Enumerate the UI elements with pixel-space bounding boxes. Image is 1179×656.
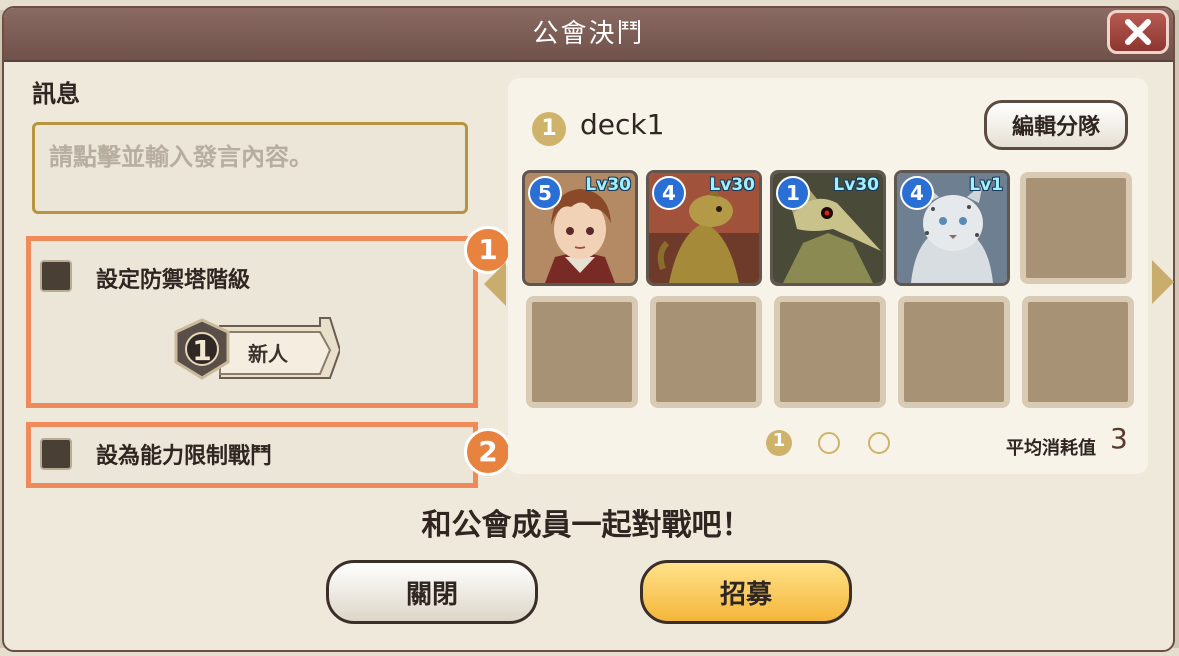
empty-slot[interactable]: [1020, 172, 1132, 284]
deck-name: deck1: [580, 108, 665, 141]
next-deck-arrow-icon[interactable]: [1150, 258, 1176, 306]
card-4-level: Lv1: [969, 175, 1003, 195]
footer-message: 和公會成員一起對戰吧！: [421, 508, 752, 543]
empty-slot[interactable]: [650, 296, 762, 408]
ability-limit-label: 設為能力限制戰鬥: [96, 444, 273, 469]
marker-2: 2: [464, 428, 512, 476]
card-2-cost: 4: [652, 176, 686, 210]
unit-card-2[interactable]: 4 Lv30: [646, 170, 762, 286]
recruit-button[interactable]: 招募: [640, 560, 852, 624]
empty-slot[interactable]: [526, 296, 638, 408]
message-label: 訊息: [32, 80, 80, 108]
tower-rank-checkbox[interactable]: [40, 260, 72, 292]
page-dot-2[interactable]: [818, 432, 840, 454]
unit-card-1[interactable]: 5 Lv30: [522, 170, 638, 286]
card-4-cost: 4: [900, 176, 934, 210]
rank-number: 1: [192, 334, 211, 367]
avg-cost-label: 平均消耗值: [1006, 438, 1096, 459]
card-1-level: Lv30: [585, 175, 631, 195]
avg-cost-value: 3: [1110, 422, 1128, 455]
page-dot-1[interactable]: 1: [766, 430, 792, 456]
card-3-level: Lv30: [833, 175, 879, 195]
tower-rank-label: 設定防禦塔階級: [96, 268, 251, 293]
close-x-icon: [1125, 19, 1151, 45]
card-2-level: Lv30: [709, 175, 755, 195]
close-button[interactable]: [1107, 10, 1169, 54]
unit-card-3[interactable]: 1 Lv30: [770, 170, 886, 286]
empty-slot[interactable]: [1022, 296, 1134, 408]
empty-slot[interactable]: [898, 296, 1010, 408]
close-dialog-button[interactable]: 關閉: [326, 560, 538, 624]
rank-name: 新人: [248, 342, 288, 366]
unit-card-4[interactable]: 4 Lv1: [894, 170, 1010, 286]
ability-limit-checkbox[interactable]: [40, 438, 72, 470]
card-3-cost: 1: [776, 176, 810, 210]
empty-slot[interactable]: [774, 296, 886, 408]
page-dot-3[interactable]: [868, 432, 890, 454]
deck-number-badge: 1: [532, 112, 566, 146]
card-1-cost: 5: [528, 176, 562, 210]
dialog-title: 公會決鬥: [532, 19, 645, 49]
edit-team-button[interactable]: 編輯分隊: [984, 100, 1128, 150]
prev-deck-arrow-icon[interactable]: [482, 260, 508, 308]
message-input[interactable]: 請點擊並輸入發言內容。: [32, 122, 468, 214]
